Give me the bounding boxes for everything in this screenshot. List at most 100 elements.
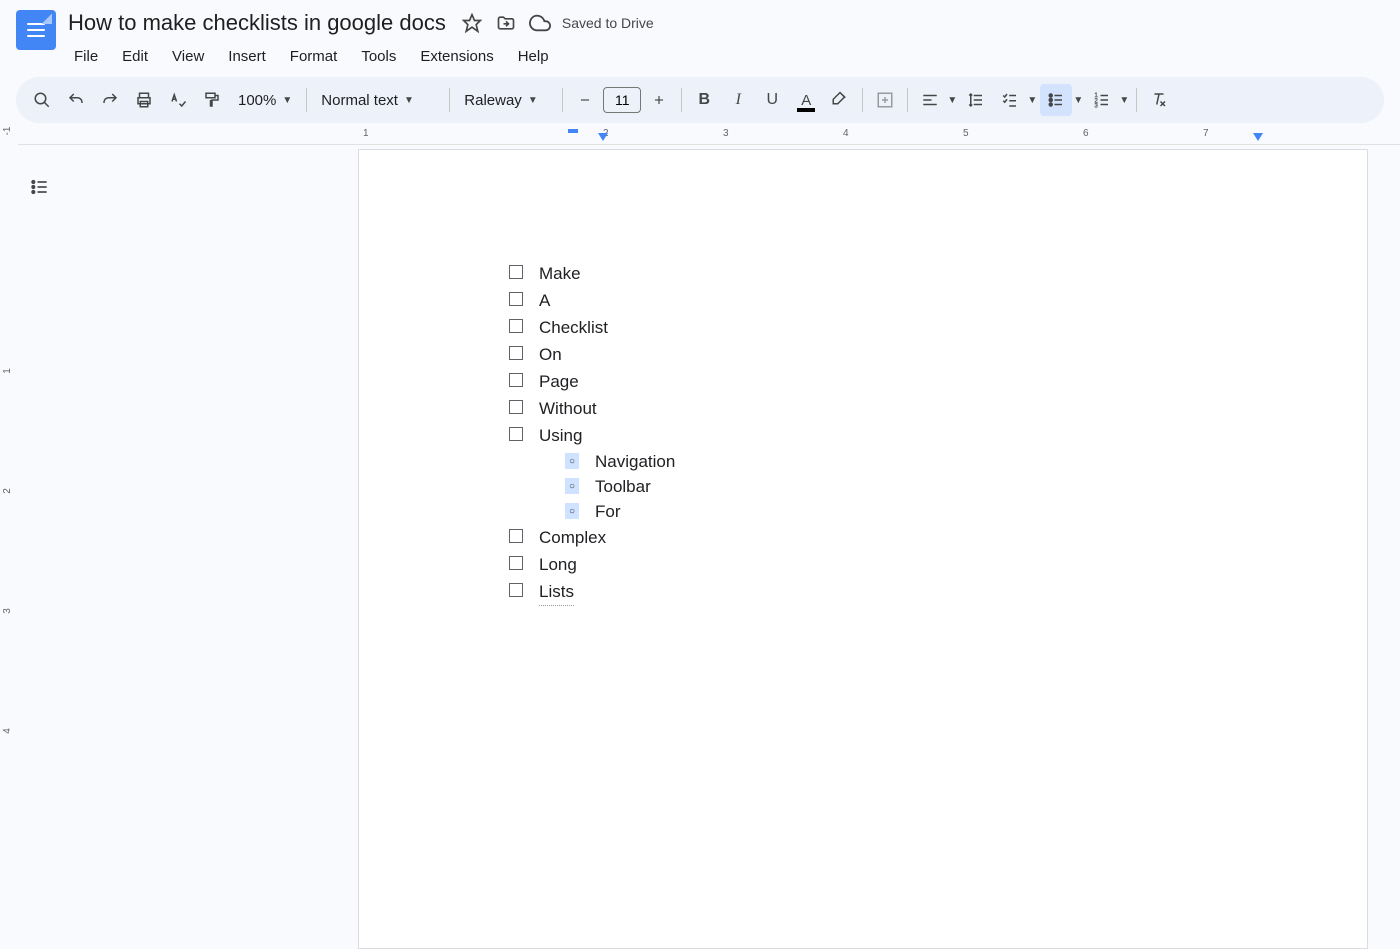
search-icon[interactable] (26, 84, 58, 116)
separator (681, 88, 682, 112)
checklist-item-text[interactable]: On (539, 341, 562, 368)
menu-insert[interactable]: Insert (218, 44, 276, 69)
menu-format[interactable]: Format (280, 44, 348, 69)
menu-help[interactable]: Help (508, 44, 559, 69)
menu-extensions[interactable]: Extensions (410, 44, 503, 69)
checklist-item-text[interactable]: Checklist (539, 314, 608, 341)
sublist-item-text[interactable]: For (595, 499, 621, 524)
checklist-icon[interactable] (994, 84, 1026, 116)
checkbox-icon[interactable] (509, 373, 523, 387)
sublist-item[interactable]: ○ For (565, 499, 1267, 524)
bullet-list-icon[interactable] (1040, 84, 1072, 116)
checkbox-icon[interactable] (509, 556, 523, 570)
checklist-item-text[interactable]: Page (539, 368, 579, 395)
checklist-item-text[interactable]: Using (539, 422, 582, 449)
checklist-item[interactable]: A (509, 287, 1267, 314)
checklist-item[interactable]: Without (509, 395, 1267, 422)
sublist-item[interactable]: ○ Toolbar (565, 474, 1267, 499)
style-dropdown[interactable]: Normal text▼ (313, 84, 443, 116)
align-left-icon[interactable] (914, 84, 946, 116)
document-page[interactable]: MakeAChecklistOnPageWithoutUsing ○ Navigat… (358, 149, 1368, 865)
italic-icon[interactable]: I (722, 84, 754, 116)
text-color-icon[interactable]: A (790, 84, 822, 116)
checklist-item-text[interactable]: Complex (539, 524, 606, 551)
sublist-item-text[interactable]: Navigation (595, 449, 675, 474)
checkbox-icon[interactable] (509, 265, 523, 279)
checkbox-icon[interactable] (509, 292, 523, 306)
numbered-list-icon[interactable]: 123 (1086, 84, 1118, 116)
checkbox-icon[interactable] (509, 400, 523, 414)
vertical-ruler[interactable]: -1 1 2 3 4 (0, 127, 18, 865)
checkbox-icon[interactable] (509, 319, 523, 333)
title-area: How to make checklists in google docs Sa… (64, 8, 1384, 69)
indent-marker-left[interactable] (598, 133, 608, 141)
ruler-tick: 5 (963, 128, 969, 139)
increase-font-icon[interactable] (643, 84, 675, 116)
checklist-dropdown[interactable]: ▼ (994, 84, 1038, 116)
checklist-item[interactable]: Lists (509, 578, 1267, 606)
menu-tools[interactable]: Tools (351, 44, 406, 69)
bullet-list-dropdown[interactable]: ▼ (1040, 84, 1084, 116)
checklist-item-text[interactable]: Without (539, 395, 597, 422)
ruler-tick: 4 (2, 728, 13, 734)
checklist-item-text[interactable]: Long (539, 551, 577, 578)
paint-format-icon[interactable] (196, 84, 228, 116)
line-spacing-dropdown[interactable] (960, 84, 992, 116)
docs-logo-icon[interactable] (16, 10, 56, 50)
font-size-input[interactable] (603, 87, 641, 113)
checklist-item-text[interactable]: Make (539, 260, 581, 287)
checkbox-icon[interactable] (509, 583, 523, 597)
undo-icon[interactable] (60, 84, 92, 116)
circle-bullet-icon[interactable]: ○ (565, 453, 579, 469)
ruler-tick: 3 (2, 608, 13, 614)
main-area: 1 2 3 4 5 6 7 MakeAChecklistOnPageWithou… (18, 127, 1400, 865)
star-icon[interactable] (460, 11, 484, 35)
redo-icon[interactable] (94, 84, 126, 116)
ruler-tick: 3 (723, 128, 729, 139)
indent-marker-first-line[interactable] (568, 129, 578, 133)
spellcheck-icon[interactable] (162, 84, 194, 116)
insert-image-icon[interactable] (869, 84, 901, 116)
chevron-down-icon: ▼ (1072, 95, 1084, 106)
outline-toggle-icon[interactable] (28, 175, 52, 199)
checkbox-icon[interactable] (509, 427, 523, 441)
checklist-item[interactable]: Make (509, 260, 1267, 287)
line-spacing-icon[interactable] (960, 84, 992, 116)
document-title[interactable]: How to make checklists in google docs (64, 8, 450, 38)
circle-bullet-icon[interactable]: ○ (565, 478, 579, 494)
cloud-saved-icon[interactable] (528, 11, 552, 35)
checklist-item[interactable]: Page (509, 368, 1267, 395)
checkbox-icon[interactable] (509, 529, 523, 543)
toolbar: 100%▼ Normal text▼ Raleway▼ B I U A ▼ ▼ … (16, 77, 1384, 123)
sublist-item[interactable]: ○ Navigation (565, 449, 1267, 474)
checklist-item[interactable]: Checklist (509, 314, 1267, 341)
sublist-item-text[interactable]: Toolbar (595, 474, 651, 499)
align-dropdown[interactable]: ▼ (914, 84, 958, 116)
clear-formatting-icon[interactable] (1143, 84, 1175, 116)
checkbox-icon[interactable] (509, 346, 523, 360)
checklist-item-text[interactable]: A (539, 287, 550, 314)
menu-edit[interactable]: Edit (112, 44, 158, 69)
horizontal-ruler[interactable]: 1 2 3 4 5 6 7 (18, 127, 1400, 145)
zoom-value: 100% (238, 92, 276, 109)
checklist-item-text[interactable]: Lists (539, 578, 574, 606)
menu-view[interactable]: View (162, 44, 214, 69)
checklist-item[interactable]: Using (509, 422, 1267, 449)
move-icon[interactable] (494, 11, 518, 35)
checklist-item[interactable]: On (509, 341, 1267, 368)
style-value: Normal text (321, 92, 398, 109)
bold-icon[interactable]: B (688, 84, 720, 116)
ruler-tick: 7 (1203, 128, 1209, 139)
underline-icon[interactable]: U (756, 84, 788, 116)
zoom-dropdown[interactable]: 100%▼ (230, 84, 300, 116)
checklist-item[interactable]: Complex (509, 524, 1267, 551)
highlight-icon[interactable] (824, 84, 856, 116)
numbered-list-dropdown[interactable]: 123▼ (1086, 84, 1130, 116)
decrease-font-icon[interactable] (569, 84, 601, 116)
print-icon[interactable] (128, 84, 160, 116)
indent-marker-right[interactable] (1253, 133, 1263, 141)
font-dropdown[interactable]: Raleway▼ (456, 84, 556, 116)
checklist-item[interactable]: Long (509, 551, 1267, 578)
menu-file[interactable]: File (64, 44, 108, 69)
circle-bullet-icon[interactable]: ○ (565, 503, 579, 519)
